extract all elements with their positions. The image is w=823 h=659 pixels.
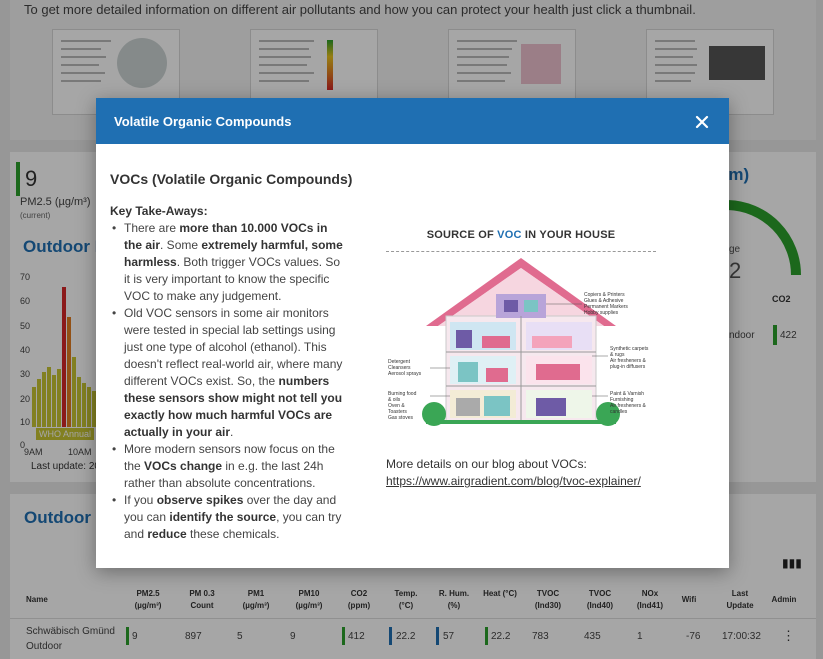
infographic-divider bbox=[386, 251, 656, 252]
details-section: More details on our blog about VOCs: htt… bbox=[386, 456, 641, 490]
label-burning: Burning food & oils Oven & Toasters Gas … bbox=[388, 391, 417, 421]
close-icon[interactable] bbox=[693, 113, 711, 131]
takeaway-text: . Some bbox=[160, 238, 202, 252]
label-paint: Paint & Varnish Furnishing Air freshener… bbox=[610, 391, 646, 415]
takeaway-emphasis: identify the source bbox=[169, 510, 277, 524]
takeaway-item: Old VOC sensors in some air monitors wer… bbox=[112, 305, 344, 441]
label-copiers: Copiers & Printers Glues & Adhesive Perm… bbox=[584, 292, 628, 316]
voc-house-infographic: SOURCE OF VOC IN YOUR HOUSE Copiers & Pr… bbox=[386, 226, 656, 426]
takeaway-emphasis: VOCs change bbox=[144, 459, 223, 473]
takeaways-label: Key Take-Aways: bbox=[110, 204, 208, 218]
takeaway-item: There are more than 10.000 VOCs in the a… bbox=[112, 220, 344, 305]
voc-heading: VOCs (Volatile Organic Compounds) bbox=[110, 171, 353, 187]
infographic-title: SOURCE OF VOC IN YOUR HOUSE bbox=[426, 229, 616, 241]
takeaways-list: There are more than 10.000 VOCs in the a… bbox=[112, 220, 344, 543]
takeaway-emphasis: reduce bbox=[147, 527, 187, 541]
takeaway-text: these chemicals. bbox=[186, 527, 280, 541]
label-carpets: Synthetic carpets & rugs Air fresheners … bbox=[610, 346, 649, 370]
modal-header: Volatile Organic Compounds bbox=[96, 98, 729, 144]
takeaway-emphasis: observe spikes bbox=[156, 493, 244, 507]
modal-title: Volatile Organic Compounds bbox=[114, 114, 292, 129]
takeaway-item: If you observe spikes over the day and y… bbox=[112, 492, 344, 543]
voc-modal: Volatile Organic Compounds VOCs (Volatil… bbox=[96, 98, 729, 568]
takeaway-text: There are bbox=[124, 221, 180, 235]
takeaway-text: If you bbox=[124, 493, 157, 507]
takeaway-text: . bbox=[230, 425, 234, 439]
details-text: More details on our blog about VOCs: bbox=[386, 457, 587, 471]
blog-link[interactable]: https://www.airgradient.com/blog/tvoc-ex… bbox=[386, 474, 641, 488]
takeaway-item: More modern sensors now focus on the the… bbox=[112, 441, 344, 492]
label-detergent: Detergent Cleansers Aerosol sprays bbox=[388, 359, 422, 377]
